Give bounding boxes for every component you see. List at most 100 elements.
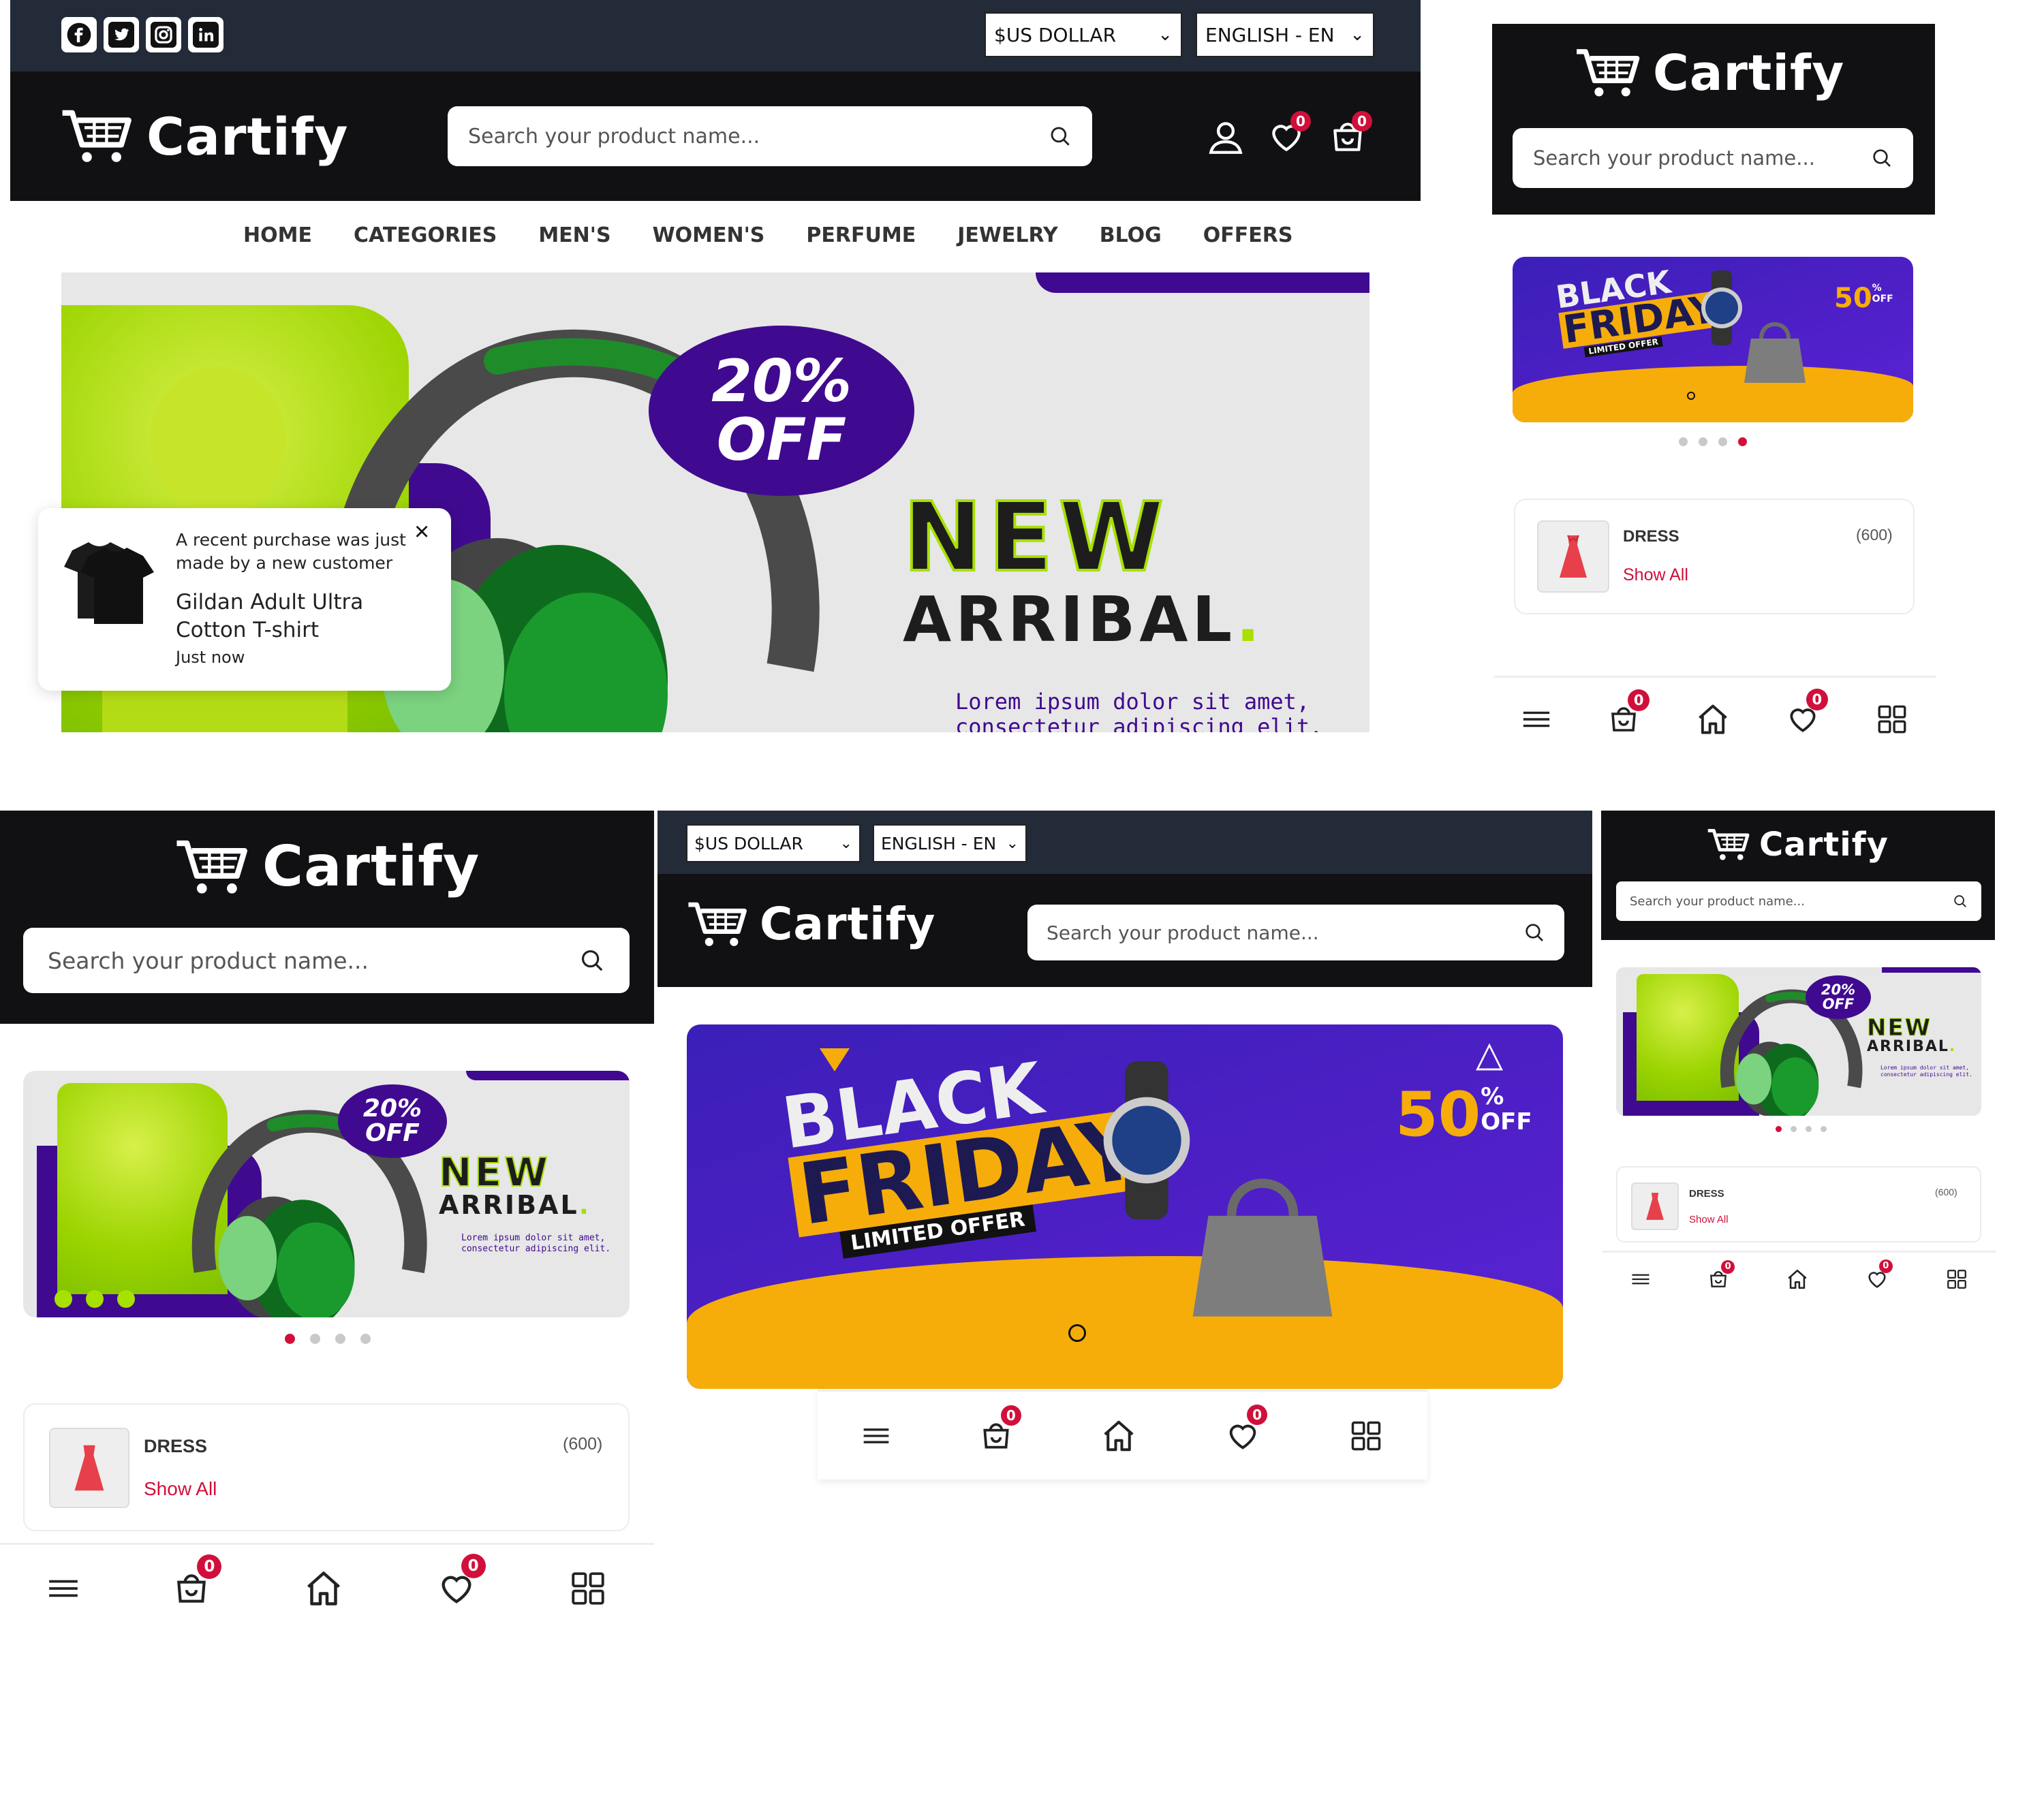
cart-icon — [176, 840, 247, 894]
category-name: DRESS — [1689, 1188, 1724, 1200]
cart-icon — [688, 902, 747, 946]
carousel-dot[interactable] — [360, 1334, 371, 1344]
handbag-image — [1192, 1178, 1333, 1317]
carousel-dot[interactable] — [1718, 437, 1727, 446]
language-select[interactable]: ENGLISH - EN ⌄ — [873, 824, 1027, 862]
search-input[interactable]: Search your product name... — [448, 106, 1092, 166]
menu-blog[interactable]: BLOG — [1100, 223, 1162, 247]
brand-logo[interactable]: Cartify — [59, 106, 349, 167]
search-input[interactable]: Search your product name... — [23, 928, 630, 993]
wishlist-button[interactable]: 0 — [1786, 689, 1828, 736]
language-select[interactable]: ENGLISH - EN ⌄ — [1196, 12, 1374, 57]
search-icon[interactable] — [579, 948, 605, 973]
category-count: (600) — [1935, 1187, 1957, 1197]
brand-logo[interactable]: Cartify — [1574, 44, 1844, 101]
currency-select[interactable]: $US DOLLAR ⌄ — [985, 12, 1182, 57]
new-arrival-title: NEW ARRIBAL. — [438, 1149, 591, 1220]
carousel-dot[interactable] — [310, 1334, 320, 1344]
home-button[interactable] — [1786, 1268, 1809, 1291]
category-card[interactable]: DRESS (600) Show All — [1514, 499, 1915, 614]
cart-button[interactable]: 0 — [1329, 111, 1372, 159]
bf-percent: 50 % OFF — [1395, 1079, 1532, 1150]
home-button[interactable] — [303, 1568, 344, 1609]
chevron-down-icon: ⌄ — [1350, 25, 1365, 45]
grid-button[interactable] — [568, 1569, 608, 1608]
search-icon[interactable] — [1871, 147, 1893, 169]
language-value: ENGLISH - EN — [881, 833, 997, 853]
menu-perfume[interactable]: PERFUME — [806, 223, 916, 247]
grid-button[interactable] — [1348, 1418, 1384, 1454]
cart-count-badge: 0 — [1352, 111, 1372, 131]
home-button[interactable] — [1695, 702, 1731, 737]
dress-icon — [1560, 535, 1587, 578]
desktop-header: Cartify Search your product name... 0 0 — [10, 72, 1421, 201]
purchase-notification[interactable]: A recent purchase was just made by a new… — [38, 508, 451, 691]
bf-percent: 50 % OFF — [1834, 283, 1893, 314]
search-icon[interactable] — [1049, 125, 1072, 148]
hamburger-icon — [48, 1580, 78, 1597]
cart-button[interactable]: 0 — [979, 1405, 1021, 1453]
brand-logo[interactable]: Cartify — [1706, 826, 1889, 864]
currency-select[interactable]: $US DOLLAR ⌄ — [686, 824, 861, 862]
hero-banner-new-arrival[interactable]: 20% OFF NEW ARRIBAL. Lorem ipsum dolor si… — [1616, 967, 1981, 1116]
cart-button[interactable]: 0 — [1707, 1259, 1735, 1290]
linkedin-icon[interactable] — [188, 17, 223, 52]
show-all-link[interactable]: Show All — [144, 1478, 217, 1500]
grid-button[interactable] — [1945, 1268, 1968, 1291]
wishlist-button[interactable]: 0 — [1865, 1259, 1893, 1291]
hero-banner-new-arrival[interactable]: 20% OFF NEW ARRIBAL. Lorem ipsum dolor si… — [23, 1071, 630, 1317]
menu-offers[interactable]: OFFERS — [1203, 223, 1293, 247]
toast-product-line1[interactable]: Gildan Adult Ultra — [176, 589, 406, 617]
bottom-nav-bar: 0 0 — [818, 1390, 1427, 1479]
carousel-dot-active[interactable] — [285, 1334, 295, 1344]
cart-button[interactable]: 0 — [1607, 689, 1650, 736]
instagram-icon[interactable] — [146, 17, 181, 52]
category-card[interactable]: DRESS (600) Show All — [1616, 1166, 1981, 1242]
menu-button[interactable] — [1521, 706, 1552, 733]
show-all-link[interactable]: Show All — [1689, 1214, 1729, 1225]
menu-button[interactable] — [861, 1423, 891, 1449]
search-input[interactable]: Search your product name... — [1513, 128, 1913, 188]
search-input[interactable]: Search your product name... — [1616, 881, 1981, 921]
facebook-icon[interactable] — [61, 17, 97, 52]
carousel-dot[interactable] — [1679, 437, 1688, 446]
search-icon[interactable] — [1953, 894, 1968, 909]
menu-button[interactable] — [1630, 1270, 1651, 1288]
carousel-dot[interactable] — [1791, 1126, 1797, 1132]
carousel-dot[interactable] — [335, 1334, 345, 1344]
twitter-icon[interactable] — [104, 17, 139, 52]
wishlist-button[interactable]: 0 — [1225, 1404, 1268, 1454]
carousel-dot[interactable] — [1806, 1126, 1812, 1132]
close-icon[interactable]: × — [414, 518, 429, 547]
carousel-dot[interactable] — [1699, 437, 1707, 446]
brand-logo[interactable]: Cartify — [686, 898, 935, 950]
search-icon[interactable] — [1523, 922, 1545, 943]
discount-badge: 20% OFF — [338, 1084, 447, 1158]
wishlist-button[interactable]: 0 — [437, 1553, 486, 1608]
search-input[interactable]: Search your product name... — [1027, 905, 1564, 960]
brand-logo[interactable]: Cartify — [174, 834, 480, 899]
carousel-dot[interactable] — [1821, 1126, 1827, 1132]
menu-mens[interactable]: MEN'S — [538, 223, 610, 247]
show-all-link[interactable]: Show All — [1623, 565, 1688, 585]
home-button[interactable] — [1100, 1418, 1137, 1454]
dress-thumbnail — [1537, 520, 1609, 593]
carousel-dot-active[interactable] — [1738, 437, 1747, 446]
menu-home[interactable]: HOME — [243, 223, 312, 247]
grid-button[interactable] — [1875, 702, 1909, 736]
menu-womens[interactable]: WOMEN'S — [653, 223, 765, 247]
black-friday-banner[interactable]: BLACK FRIDAY LIMITED OFFER 50 % OFF — [1513, 257, 1913, 422]
dress-icon — [1646, 1193, 1664, 1220]
menu-jewelry[interactable]: JEWELRY — [957, 223, 1058, 247]
toast-message-line2: made by a new customer — [176, 552, 393, 573]
menu-button[interactable] — [46, 1573, 80, 1603]
wishlist-button[interactable]: 0 — [1267, 111, 1311, 159]
black-friday-banner[interactable]: △ BLACK FRIDAY LIMITED OFFER 50 % OFF — [687, 1024, 1563, 1389]
category-card[interactable]: DRESS (600) Show All — [23, 1403, 630, 1531]
carousel-dot-active[interactable] — [1776, 1126, 1782, 1132]
user-icon[interactable] — [1206, 118, 1245, 157]
triangle-decoration — [820, 1048, 850, 1071]
menu-categories[interactable]: CATEGORIES — [354, 223, 497, 247]
toast-product-line2[interactable]: Cotton T-shirt — [176, 616, 406, 645]
cart-button[interactable]: 0 — [172, 1554, 222, 1608]
